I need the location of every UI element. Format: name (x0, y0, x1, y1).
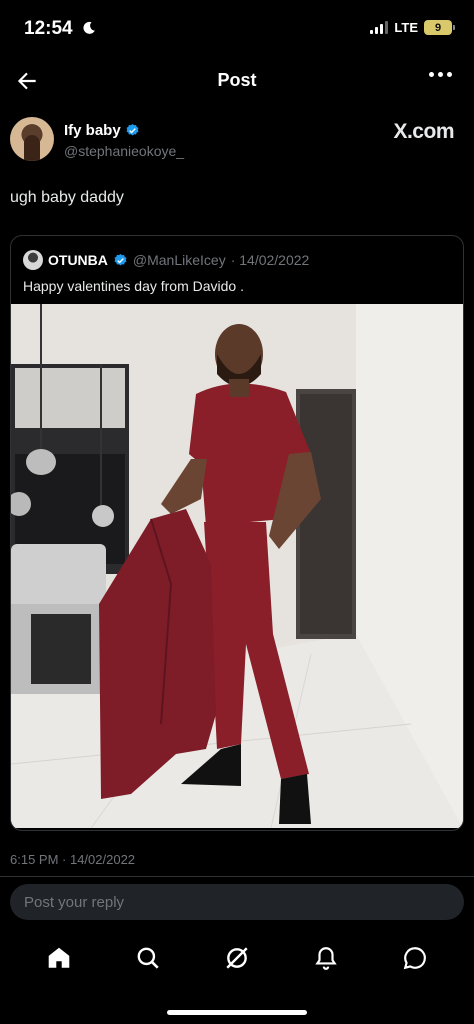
status-time: 12:54 (24, 18, 96, 40)
tab-grok[interactable] (217, 938, 257, 978)
page-title: Post (217, 70, 257, 90)
author-handle[interactable]: @stephanieokoye_ (64, 143, 184, 159)
quoted-avatar (23, 250, 43, 270)
quoted-date: · 14/02/2022 (230, 252, 310, 268)
home-indicator[interactable] (167, 1010, 307, 1015)
status-bar: 12:54 LTE 9 (0, 0, 474, 58)
bottom-tab-bar (0, 936, 474, 980)
post-timestamp: 6:15 PM · 14/02/2022 (10, 852, 136, 867)
author-name-row[interactable]: Ify baby (64, 122, 140, 139)
tab-home[interactable] (39, 938, 79, 978)
post-photo[interactable] (11, 304, 463, 828)
tab-notifications[interactable] (306, 938, 346, 978)
grok-icon (226, 947, 248, 969)
divider (0, 876, 474, 877)
quoted-text: Happy valentines day from Davido . (23, 278, 244, 294)
quoted-post[interactable]: OTUNBA @ManLikeIcey · 14/02/2022 Happy v… (10, 235, 464, 831)
tab-search[interactable] (128, 938, 168, 978)
bell-icon (315, 947, 337, 970)
nav-header: Post (0, 58, 474, 104)
messages-icon (404, 947, 427, 970)
quoted-author-name: OTUNBA (48, 252, 108, 268)
verified-badge-icon (114, 253, 127, 265)
post-author: Ify baby @stephanieokoye_ X.com (10, 116, 464, 166)
author-name: Ify baby (64, 122, 121, 139)
home-icon (48, 947, 69, 968)
battery-level: 9 (434, 21, 442, 34)
quoted-post-header: OTUNBA @ManLikeIcey · 14/02/2022 (23, 250, 309, 270)
moon-icon (83, 21, 95, 34)
quoted-author-handle: @ManLikeIcey (132, 252, 226, 268)
reply-input[interactable] (24, 893, 464, 911)
battery-icon: 9 (424, 20, 455, 35)
status-time-text: 12:54 (24, 18, 73, 39)
signal-icon (370, 21, 389, 34)
more-options-icon[interactable] (429, 72, 452, 77)
search-icon (137, 947, 159, 969)
avatar[interactable] (10, 117, 54, 161)
post-text: ugh baby daddy (10, 189, 124, 206)
status-indicators: LTE 9 (370, 20, 455, 35)
tab-messages[interactable] (395, 938, 435, 978)
verified-badge-icon (126, 123, 139, 136)
xcom-watermark: X.com (393, 120, 454, 143)
network-label: LTE (394, 20, 418, 35)
reply-box[interactable] (10, 884, 464, 920)
